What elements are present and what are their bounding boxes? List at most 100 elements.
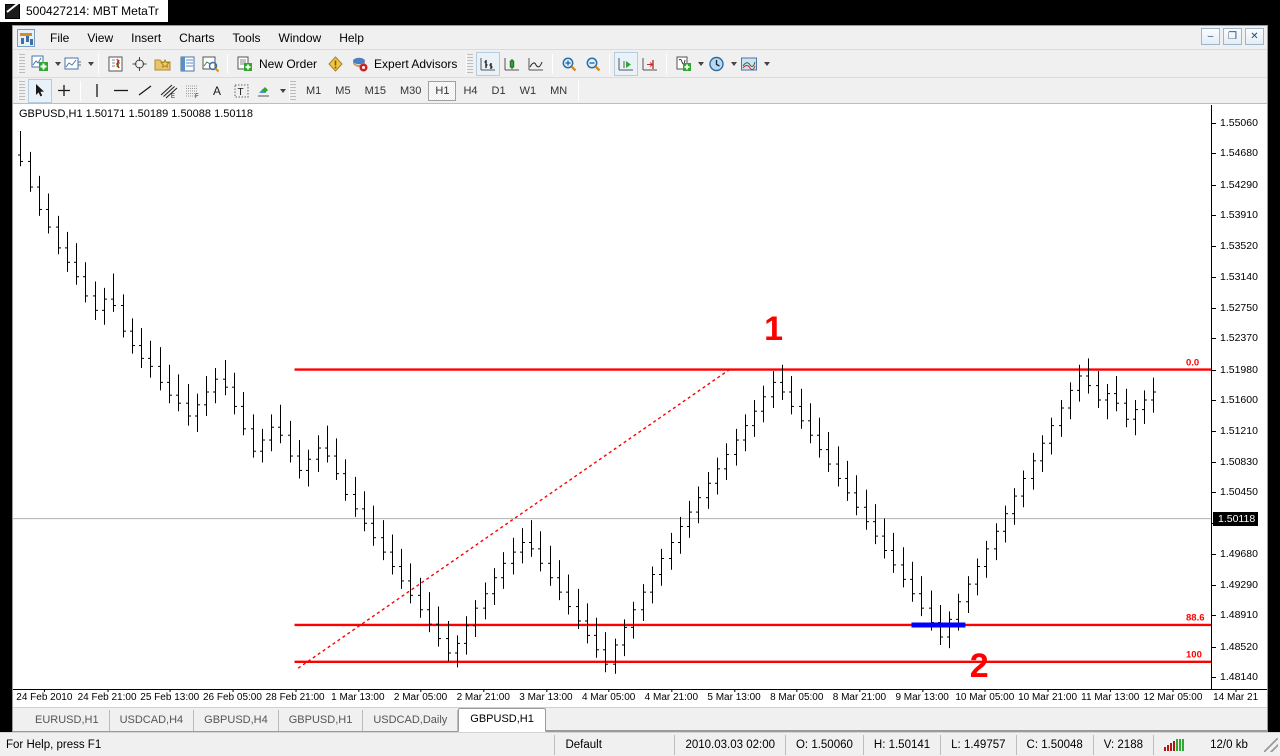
chart-tab-4[interactable]: USDCAD,Daily xyxy=(363,710,458,731)
templates-button[interactable] xyxy=(737,52,761,76)
menu-item-charts[interactable]: Charts xyxy=(170,28,223,48)
profiles-button[interactable] xyxy=(61,52,85,76)
metatrader-window: 500427214: MBT MetaTr File View Insert C… xyxy=(0,0,1280,756)
trendline-button[interactable] xyxy=(133,79,157,103)
alerts-button[interactable] xyxy=(323,52,347,76)
price-tick: 1.49290 xyxy=(1212,579,1258,591)
zoom-in-button[interactable] xyxy=(557,52,581,76)
menu-item-file[interactable]: File xyxy=(41,28,78,48)
status-high: H: 1.50141 xyxy=(863,735,940,755)
toolbar-separator-4 xyxy=(609,54,610,74)
new-order-label[interactable]: New Order xyxy=(256,57,323,71)
chart-tab-2[interactable]: GBPUSD,H4 xyxy=(194,710,279,731)
text-label-button[interactable]: T xyxy=(229,79,253,103)
time-tick-mark xyxy=(1173,689,1174,692)
time-tick-mark xyxy=(797,689,798,692)
candlestick-chart-button[interactable] xyxy=(500,52,524,76)
equidistant-channel-button[interactable]: E xyxy=(157,79,181,103)
signal-bars-icon xyxy=(1164,739,1184,751)
close-button[interactable]: ✕ xyxy=(1245,28,1264,45)
status-traffic: 12/0 kb xyxy=(1194,735,1264,755)
strategy-tester-button[interactable] xyxy=(199,52,223,76)
time-tick: 1 Mar 13:00 xyxy=(331,692,384,703)
connection-status[interactable] xyxy=(1153,735,1194,755)
menu-item-tools[interactable]: Tools xyxy=(224,28,270,48)
title-bar: 500427214: MBT MetaTr xyxy=(0,0,168,22)
restore-button[interactable]: ❐ xyxy=(1223,28,1242,45)
timeframe-h4[interactable]: H4 xyxy=(456,81,484,101)
templates-dropdown-icon[interactable] xyxy=(764,62,770,66)
svg-text:F: F xyxy=(195,94,199,99)
vertical-line-button[interactable] xyxy=(85,79,109,103)
menu-item-insert[interactable]: Insert xyxy=(122,28,170,48)
auto-scroll-button[interactable] xyxy=(614,52,638,76)
new-chart-button[interactable] xyxy=(28,52,52,76)
time-tick: 4 Mar 05:00 xyxy=(582,692,635,703)
svg-text:A: A xyxy=(213,84,221,98)
timeframe-m30[interactable]: M30 xyxy=(393,81,428,101)
price-tick: 1.52750 xyxy=(1212,302,1258,314)
bar-chart-button[interactable] xyxy=(476,52,500,76)
chart-tab-strip: EURUSD,H1USDCAD,H4GBPUSD,H4GBPUSD,H1USDC… xyxy=(13,707,1267,731)
line-chart-button[interactable] xyxy=(524,52,548,76)
toolbar-grip-2[interactable] xyxy=(466,54,473,74)
cursor-arrow-button[interactable] xyxy=(28,79,52,103)
timeframe-toolbar-grip[interactable] xyxy=(289,81,296,101)
fibonacci-retracement-button[interactable]: F xyxy=(181,79,205,103)
horizontal-line-button[interactable] xyxy=(109,79,133,103)
chart-tab-1[interactable]: USDCAD,H4 xyxy=(110,710,195,731)
time-tick-mark xyxy=(1048,689,1049,692)
text-button[interactable]: A xyxy=(205,79,229,103)
menu-item-view[interactable]: View xyxy=(78,28,122,48)
timeframe-m1[interactable]: M1 xyxy=(299,81,328,101)
time-tick: 26 Feb 05:00 xyxy=(203,692,262,703)
time-tick: 8 Mar 21:00 xyxy=(833,692,886,703)
time-axis[interactable]: 24 Feb 201024 Feb 21:0025 Feb 13:0026 Fe… xyxy=(13,689,1267,707)
time-tick-mark xyxy=(44,689,45,692)
shapes-dropdown-icon[interactable] xyxy=(280,89,286,93)
toolbar-grip[interactable] xyxy=(18,54,25,74)
time-tick: 24 Feb 21:00 xyxy=(78,692,137,703)
timeframe-mn[interactable]: MN xyxy=(543,81,574,101)
time-tick-mark xyxy=(671,689,672,692)
expert-advisors-label[interactable]: Expert Advisors xyxy=(371,57,463,71)
profiles-dropdown-icon[interactable] xyxy=(88,62,94,66)
status-open: O: 1.50060 xyxy=(785,735,863,755)
chart-tab-5[interactable]: GBPUSD,H1 xyxy=(458,708,546,732)
periods-button[interactable] xyxy=(704,52,728,76)
crosshair-button[interactable] xyxy=(52,79,76,103)
timeframe-d1[interactable]: D1 xyxy=(485,81,513,101)
time-tick-mark xyxy=(985,689,986,692)
minimize-button[interactable]: – xyxy=(1201,28,1220,45)
indicators-button[interactable] xyxy=(671,52,695,76)
time-tick: 2 Mar 21:00 xyxy=(457,692,510,703)
timeframe-m5[interactable]: M5 xyxy=(328,81,357,101)
timeframe-w1[interactable]: W1 xyxy=(513,81,544,101)
terminal-button[interactable] xyxy=(175,52,199,76)
market-watch-button[interactable] xyxy=(103,52,127,76)
menu-item-window[interactable]: Window xyxy=(270,28,331,48)
expert-advisors-button[interactable] xyxy=(347,52,371,76)
chart-tab-0[interactable]: EURUSD,H1 xyxy=(25,710,110,731)
status-volume: V: 2188 xyxy=(1093,735,1153,755)
current-price-label: 1.50118 xyxy=(1213,512,1258,526)
timeframe-m15[interactable]: M15 xyxy=(358,81,393,101)
timeframe-h1[interactable]: H1 xyxy=(428,81,456,101)
chart-shift-button[interactable] xyxy=(638,52,662,76)
time-tick: 4 Mar 21:00 xyxy=(645,692,698,703)
drawing-toolbar-grip[interactable] xyxy=(18,81,25,101)
price-axis[interactable]: 1.550601.546801.542901.539101.535201.531… xyxy=(1211,105,1267,689)
chart-tab-3[interactable]: GBPUSD,H1 xyxy=(279,710,364,731)
zoom-out-button[interactable] xyxy=(581,52,605,76)
status-close: C: 1.50048 xyxy=(1016,735,1093,755)
time-tick-mark xyxy=(483,689,484,692)
new-order-button[interactable] xyxy=(232,52,256,76)
menu-item-help[interactable]: Help xyxy=(330,28,373,48)
shapes-button[interactable] xyxy=(253,79,277,103)
data-window-button[interactable] xyxy=(127,52,151,76)
navigator-button[interactable] xyxy=(151,52,175,76)
time-tick: 10 Mar 05:00 xyxy=(955,692,1014,703)
time-tick-mark xyxy=(107,689,108,692)
resize-grip[interactable] xyxy=(1264,738,1278,752)
chart-canvas[interactable]: GBPUSD,H1 1.50171 1.50189 1.50088 1.5011… xyxy=(13,104,1267,689)
